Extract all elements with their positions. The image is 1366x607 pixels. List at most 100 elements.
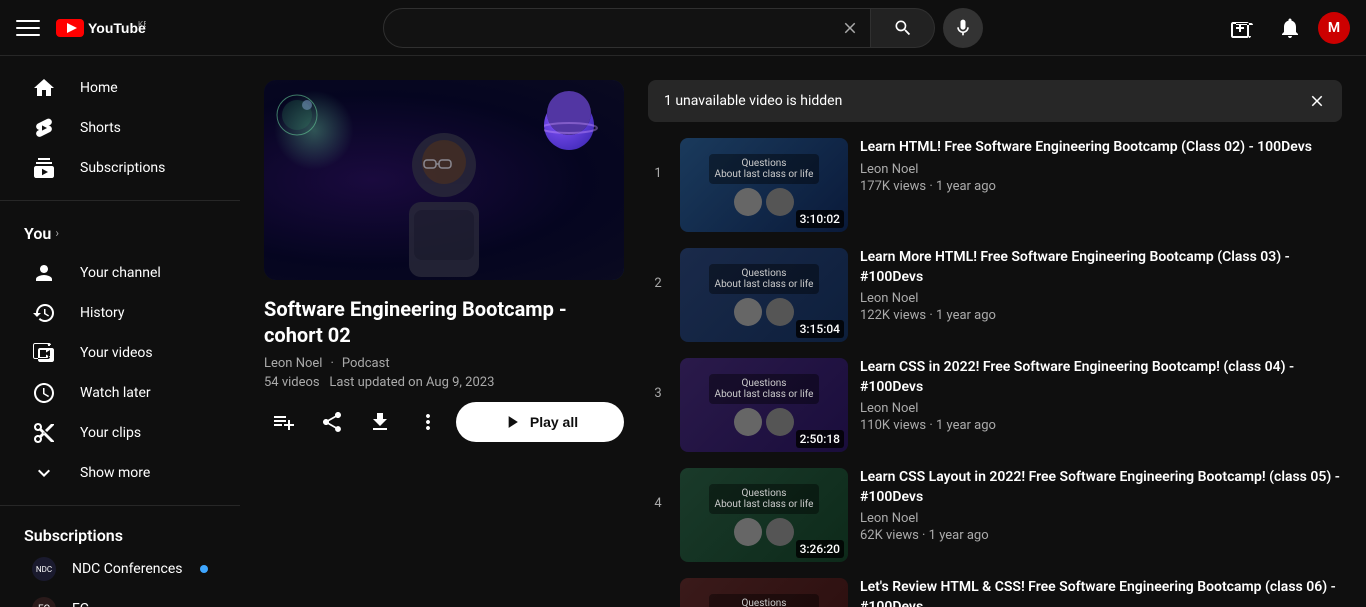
- sidebar-item-your-channel[interactable]: Your channel: [8, 253, 232, 293]
- video-item-5[interactable]: 5 QuestionsAbout last class or life 2:58…: [648, 570, 1342, 607]
- content-area: Software Engineering Bootcamp - cohort 0…: [240, 56, 1366, 607]
- space-art-right: [544, 88, 604, 148]
- close-notice-button[interactable]: [1308, 92, 1326, 110]
- sidebar-item-watch-later[interactable]: Watch later: [8, 373, 232, 413]
- shorts-label: Shorts: [80, 120, 121, 136]
- header: YouTube KE leon noel: [0, 0, 1366, 56]
- sidebar-item-fc[interactable]: FC FC: [8, 589, 232, 607]
- video-info: Let's Review HTML & CSS! Free Software E…: [860, 578, 1342, 607]
- video-items-container: 1 QuestionsAbout last class or life 3:10…: [648, 130, 1342, 607]
- sidebar-divider-1: [0, 200, 240, 201]
- sidebar-item-shorts[interactable]: Shorts: [8, 108, 232, 148]
- you-section[interactable]: You ›: [0, 213, 240, 253]
- sidebar-item-your-videos[interactable]: Your videos: [8, 333, 232, 373]
- content-inner: Software Engineering Bootcamp - cohort 0…: [240, 56, 1366, 607]
- save-to-playlist-button[interactable]: [264, 402, 304, 442]
- video-info: Learn CSS in 2022! Free Software Enginee…: [860, 358, 1342, 433]
- video-channel: Leon Noel: [860, 162, 1342, 177]
- your-channel-label: Your channel: [80, 265, 161, 281]
- home-label: Home: [80, 80, 118, 96]
- duration-badge: 3:26:20: [796, 540, 844, 558]
- sidebar-item-your-clips[interactable]: Your clips: [8, 413, 232, 453]
- search-button[interactable]: [871, 8, 935, 48]
- playlist-panel: Software Engineering Bootcamp - cohort 0…: [264, 80, 624, 607]
- home-icon: [32, 76, 56, 100]
- duration-badge: 3:15:04: [796, 320, 844, 338]
- video-stats: 110K views · 1 year ago: [860, 418, 1342, 433]
- sidebar-item-ndc[interactable]: NDC NDC Conferences: [8, 549, 232, 589]
- video-thumbnail: QuestionsAbout last class or life 2:50:1…: [680, 358, 848, 452]
- sidebar-item-history[interactable]: History: [8, 293, 232, 333]
- thumb-overlay: QuestionsAbout last class or life: [680, 578, 848, 607]
- logo[interactable]: YouTube KE: [56, 18, 146, 38]
- video-title: Learn More HTML! Free Software Engineeri…: [860, 248, 1342, 287]
- video-info: Learn HTML! Free Software Engineering Bo…: [860, 138, 1342, 194]
- header-left: YouTube KE: [16, 16, 256, 40]
- menu-button[interactable]: [16, 16, 40, 40]
- you-chevron-icon: ›: [55, 226, 59, 240]
- create-button[interactable]: [1222, 8, 1262, 48]
- video-thumbnail: QuestionsAbout last class or life 3:15:0…: [680, 248, 848, 342]
- voice-search-button[interactable]: [943, 8, 983, 48]
- hidden-notice-text: 1 unavailable video is hidden: [664, 93, 842, 109]
- playlist-channel: Leon Noel: [264, 356, 322, 371]
- notifications-button[interactable]: [1270, 8, 1310, 48]
- video-channel: Leon Noel: [860, 291, 1342, 306]
- video-stats: 122K views · 1 year ago: [860, 308, 1342, 323]
- sidebar: Home Shorts Subscriptions You ›: [0, 56, 240, 607]
- video-info: Learn More HTML! Free Software Engineeri…: [860, 248, 1342, 323]
- more-options-button[interactable]: [408, 402, 448, 442]
- svg-text:KE: KE: [138, 20, 146, 29]
- video-title: Learn CSS Layout in 2022! Free Software …: [860, 468, 1342, 507]
- video-channel: Leon Noel: [860, 511, 1342, 526]
- video-channel: Leon Noel: [860, 401, 1342, 416]
- video-thumbnail: QuestionsAbout last class or life 2:58:4…: [680, 578, 848, 607]
- play-all-button[interactable]: Play all: [456, 402, 624, 442]
- sidebar-item-subscriptions[interactable]: Subscriptions: [8, 148, 232, 188]
- video-thumbnail: QuestionsAbout last class or life 3:10:0…: [680, 138, 848, 232]
- video-thumbnail: QuestionsAbout last class or life 3:26:2…: [680, 468, 848, 562]
- playlist-thumbnail: [264, 80, 624, 280]
- video-number: 4: [648, 496, 668, 511]
- shorts-icon: [32, 116, 56, 140]
- person-illustration: [354, 120, 534, 280]
- download-button[interactable]: [360, 402, 400, 442]
- header-right: M: [1222, 8, 1350, 48]
- search-area: leon noel: [383, 8, 983, 48]
- sidebar-item-show-more[interactable]: Show more: [8, 453, 232, 493]
- duration-badge: 3:10:02: [796, 210, 844, 228]
- video-title: Learn CSS in 2022! Free Software Enginee…: [860, 358, 1342, 397]
- scissors-icon: [32, 421, 56, 445]
- subscriptions-label: Subscriptions: [80, 160, 165, 176]
- playlist-title: Software Engineering Bootcamp - cohort 0…: [264, 296, 624, 348]
- show-more-icon: [32, 461, 56, 485]
- video-item-3[interactable]: 3 QuestionsAbout last class or life 2:50…: [648, 350, 1342, 460]
- subscriptions-header: Subscriptions: [0, 518, 240, 549]
- video-stats: 177K views · 1 year ago: [860, 179, 1342, 194]
- play-all-label: Play all: [530, 414, 578, 430]
- video-list: 1 unavailable video is hidden 1 Question…: [648, 80, 1342, 607]
- space-art-left: [272, 90, 342, 160]
- video-title: Learn HTML! Free Software Engineering Bo…: [860, 138, 1342, 158]
- ndc-avatar: NDC: [32, 557, 56, 581]
- playlist-type: Podcast: [342, 356, 390, 371]
- sidebar-item-home[interactable]: Home: [8, 68, 232, 108]
- history-icon: [32, 301, 56, 325]
- search-input[interactable]: leon noel: [384, 9, 830, 47]
- ndc-label: NDC Conferences: [72, 561, 182, 577]
- clear-search-button[interactable]: [830, 9, 870, 47]
- video-number: 1: [648, 166, 668, 181]
- share-button[interactable]: [312, 402, 352, 442]
- your-clips-label: Your clips: [80, 425, 141, 441]
- video-item-4[interactable]: 4 QuestionsAbout last class or life 3:26…: [648, 460, 1342, 570]
- video-item-1[interactable]: 1 QuestionsAbout last class or life 3:10…: [648, 130, 1342, 240]
- account-button[interactable]: M: [1318, 12, 1350, 44]
- history-label: History: [80, 305, 125, 321]
- playlist-meta: Leon Noel · Podcast: [264, 356, 624, 371]
- video-item-2[interactable]: 2 QuestionsAbout last class or life 3:15…: [648, 240, 1342, 350]
- watch-later-label: Watch later: [80, 385, 151, 401]
- video-title: Let's Review HTML & CSS! Free Software E…: [860, 578, 1342, 607]
- playlist-info: 54 videos Last updated on Aug 9, 2023: [264, 375, 624, 390]
- ndc-notification-dot: [200, 565, 208, 573]
- meta-dot: ·: [330, 356, 333, 371]
